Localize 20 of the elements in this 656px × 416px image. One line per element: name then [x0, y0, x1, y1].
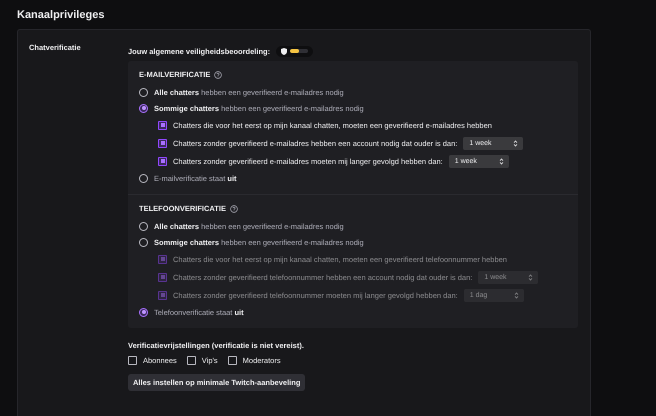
checkbox[interactable] — [128, 356, 137, 365]
help-icon[interactable] — [214, 70, 222, 78]
page-title: Kanaalprivileges — [17, 9, 106, 21]
shield-icon — [281, 48, 288, 54]
radio-button[interactable] — [139, 88, 148, 96]
help-icon[interactable] — [230, 204, 238, 212]
updown-caret-icon — [514, 292, 519, 298]
updown-caret-icon — [498, 158, 504, 164]
radio-button[interactable] — [139, 174, 148, 182]
checkbox[interactable] — [228, 356, 237, 365]
updown-caret-icon — [528, 274, 534, 280]
radio-button[interactable] — [139, 308, 148, 316]
radio-button[interactable] — [139, 104, 148, 112]
radio-button[interactable] — [139, 222, 148, 230]
updown-caret-icon — [513, 140, 518, 146]
checkbox[interactable] — [158, 120, 167, 130]
checkbox[interactable] — [158, 138, 167, 148]
radio-button[interactable] — [139, 238, 148, 246]
checkbox[interactable] — [186, 356, 196, 365]
checkbox[interactable] — [158, 156, 167, 166]
